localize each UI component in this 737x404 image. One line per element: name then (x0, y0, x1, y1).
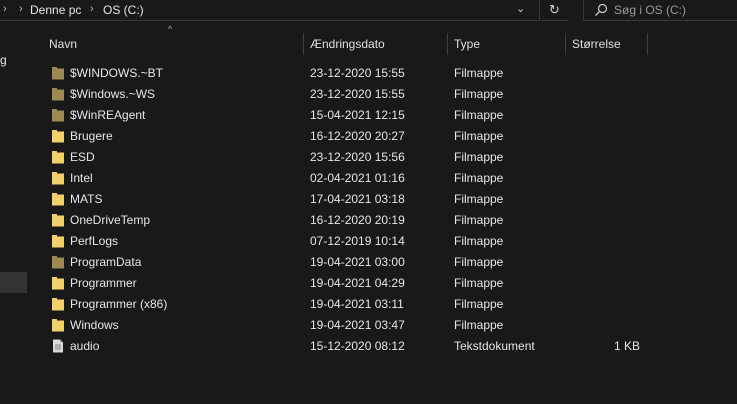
file-date: 23-12-2020 15:56 (310, 150, 405, 164)
table-row[interactable]: audio 15-12-2020 08:12 Tekstdokument 1 KB (30, 336, 737, 357)
file-name: ProgramData (70, 255, 142, 269)
folder-icon (52, 172, 64, 185)
refresh-icon: ↻ (549, 2, 560, 17)
chevron-right-icon[interactable]: › (3, 3, 7, 15)
file-type: Filmappe (454, 87, 504, 101)
file-type: Filmappe (454, 129, 504, 143)
table-row[interactable]: Brugere 16-12-2020 20:27 Filmappe (30, 126, 737, 147)
file-date: 23-12-2020 15:55 (310, 66, 405, 80)
column-resize-handle[interactable] (647, 33, 648, 55)
table-row[interactable]: Programmer (x86) 19-04-2021 03:11 Filmappe (30, 294, 737, 315)
file-name: $WINDOWS.~BT (70, 66, 164, 80)
search-box[interactable] (583, 0, 737, 21)
file-name: $WinREAgent (70, 108, 146, 122)
column-header-size[interactable]: Størrelse (572, 32, 621, 56)
address-bar[interactable]: › › Denne pc › OS (C:) ⌄ (0, 0, 540, 21)
column-header-type[interactable]: Type (454, 32, 480, 56)
file-date: 19-04-2021 03:47 (310, 318, 405, 332)
nav-item-selected[interactable] (0, 272, 27, 293)
file-date: 02-04-2021 01:16 (310, 171, 405, 185)
file-type: Filmappe (454, 150, 504, 164)
file-date: 16-12-2020 20:19 (310, 213, 405, 227)
file-type: Filmappe (454, 108, 504, 122)
file-size: 1 KB (613, 339, 640, 353)
folder-icon (52, 193, 64, 206)
file-date: 07-12-2019 10:14 (310, 234, 405, 248)
file-name: MATS (70, 192, 103, 206)
file-type: Filmappe (454, 234, 504, 248)
column-header-date[interactable]: Ændringsdato (310, 32, 385, 56)
search-icon (595, 3, 608, 16)
folder-icon (52, 130, 64, 143)
table-row[interactable]: MATS 17-04-2021 03:18 Filmappe (30, 189, 737, 210)
file-list: $WINDOWS.~BT 23-12-2020 15:55 Filmappe $Win… (30, 63, 737, 357)
chevron-right-icon[interactable]: › (90, 3, 94, 15)
file-type: Filmappe (454, 276, 504, 290)
file-date: 19-04-2021 03:11 (310, 297, 404, 311)
sort-ascending-icon: ^ (168, 24, 173, 34)
file-type: Filmappe (454, 171, 504, 185)
file-name: Windows (70, 318, 119, 332)
text-file-icon (53, 339, 63, 353)
file-date: 19-04-2021 03:00 (310, 255, 405, 269)
file-name: Programmer (70, 276, 137, 290)
table-row[interactable]: Windows 19-04-2021 03:47 Filmappe (30, 315, 737, 336)
file-name: ESD (70, 150, 95, 164)
table-row[interactable]: $WINDOWS.~BT 23-12-2020 15:55 Filmappe (30, 63, 737, 84)
table-row[interactable]: $Windows.~WS 23-12-2020 15:55 Filmappe (30, 84, 737, 105)
file-type: Filmappe (454, 213, 504, 227)
file-name: PerfLogs (70, 234, 119, 248)
file-name: Intel (70, 171, 93, 185)
table-row[interactable]: ESD 23-12-2020 15:56 Filmappe (30, 147, 737, 168)
file-type: Filmappe (454, 66, 504, 80)
folder-icon (52, 277, 64, 290)
chevron-right-icon[interactable]: › (19, 3, 23, 15)
column-header-name[interactable]: Navn (49, 32, 77, 56)
file-date: 15-04-2021 12:15 (310, 108, 405, 122)
chevron-down-icon[interactable]: ⌄ (516, 2, 525, 15)
file-type: Tekstdokument (454, 339, 535, 353)
top-bar: › › Denne pc › OS (C:) ⌄ ↻ (0, 0, 737, 22)
column-resize-handle[interactable] (303, 33, 304, 55)
file-name: audio (70, 339, 100, 353)
file-date: 16-12-2020 20:27 (310, 129, 405, 143)
column-resize-handle[interactable] (565, 33, 566, 55)
refresh-button[interactable]: ↻ (541, 0, 568, 21)
file-name: $Windows.~WS (70, 87, 156, 101)
table-row[interactable]: PerfLogs 07-12-2019 10:14 Filmappe (30, 231, 737, 252)
search-input[interactable] (614, 1, 732, 19)
navigation-pane: g (0, 22, 30, 404)
nav-item-label[interactable]: g (0, 53, 7, 67)
table-row[interactable]: OneDriveTemp 16-12-2020 20:19 Filmappe (30, 210, 737, 231)
breadcrumb-drive[interactable]: OS (C:) (103, 3, 144, 17)
file-date: 17-04-2021 03:18 (310, 192, 405, 206)
folder-icon (52, 214, 64, 227)
folder-icon (52, 235, 64, 248)
file-date: 19-04-2021 04:29 (310, 276, 405, 290)
table-row[interactable]: Intel 02-04-2021 01:16 Filmappe (30, 168, 737, 189)
folder-hidden-icon (52, 67, 64, 80)
column-header-row: ^ Navn Ændringsdato Type Størrelse (30, 24, 737, 56)
file-type: Filmappe (454, 255, 504, 269)
file-type: Filmappe (454, 192, 504, 206)
file-date: 15-12-2020 08:12 (310, 339, 405, 353)
folder-hidden-icon (52, 256, 64, 269)
file-type: Filmappe (454, 318, 504, 332)
column-resize-handle[interactable] (447, 33, 448, 55)
folder-hidden-icon (52, 88, 64, 101)
table-row[interactable]: ProgramData 19-04-2021 03:00 Filmappe (30, 252, 737, 273)
folder-icon (52, 298, 64, 311)
file-name: OneDriveTemp (70, 213, 151, 227)
file-name: Programmer (x86) (70, 297, 168, 311)
folder-icon (52, 319, 64, 332)
file-type: Filmappe (454, 297, 504, 311)
folder-icon (52, 151, 64, 164)
table-row[interactable]: Programmer 19-04-2021 04:29 Filmappe (30, 273, 737, 294)
table-row[interactable]: $WinREAgent 15-04-2021 12:15 Filmappe (30, 105, 737, 126)
file-name: Brugere (70, 129, 113, 143)
file-date: 23-12-2020 15:55 (310, 87, 405, 101)
folder-hidden-icon (52, 109, 64, 122)
breadcrumb-this-pc[interactable]: Denne pc (30, 3, 81, 17)
